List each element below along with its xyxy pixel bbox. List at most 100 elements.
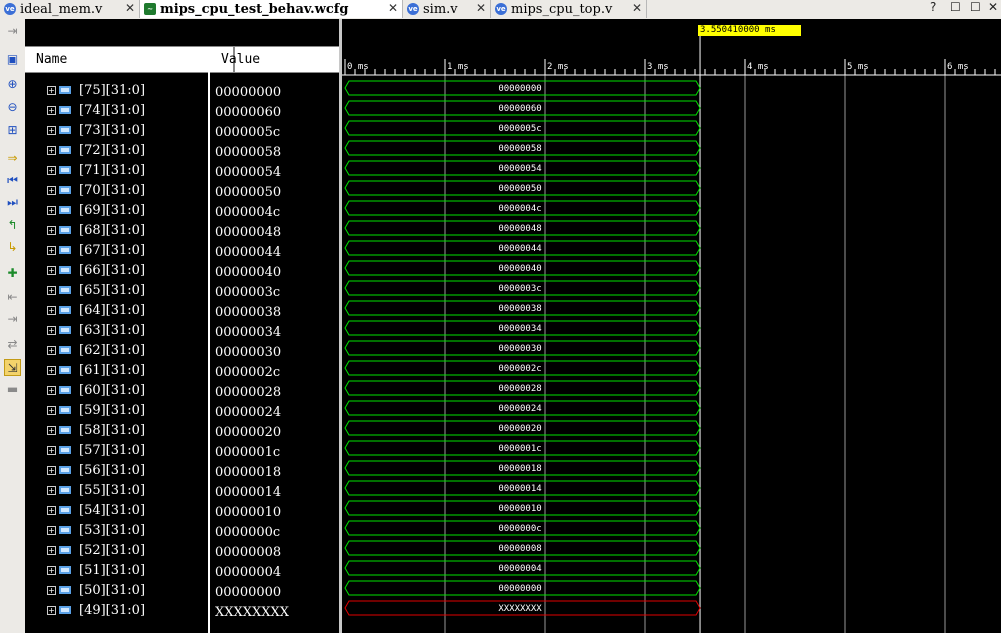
- next-marker-icon[interactable]: ⇥: [4, 311, 21, 328]
- signal-value: 0000005c: [215, 125, 281, 140]
- snap-to-transition-icon[interactable]: ⇲: [4, 359, 21, 376]
- signal-row[interactable]: + [63][31:0] 00000034: [25, 321, 339, 341]
- signal-row[interactable]: + [56][31:0] 00000018: [25, 461, 339, 481]
- waveform-value-label: 0000003c: [498, 284, 541, 294]
- expand-toggle-icon[interactable]: +: [47, 366, 56, 375]
- previous-marker-icon[interactable]: ⇤: [4, 289, 21, 306]
- expand-toggle-icon[interactable]: +: [47, 566, 56, 575]
- tab-sim[interactable]: ve sim.v ✕: [403, 0, 491, 18]
- signal-row[interactable]: + [64][31:0] 00000038: [25, 301, 339, 321]
- add-marker-icon[interactable]: ✚: [4, 265, 21, 282]
- maximize-icon[interactable]: ☐: [970, 0, 981, 14]
- tab-label: mips_cpu_test_behav.wcfg: [160, 1, 349, 17]
- signal-row[interactable]: + [73][31:0] 0000005c: [25, 121, 339, 141]
- expand-toggle-icon[interactable]: +: [47, 386, 56, 395]
- zoom-in-icon[interactable]: ⊕: [4, 76, 21, 93]
- expand-toggle-icon[interactable]: +: [47, 206, 56, 215]
- signal-row[interactable]: + [69][31:0] 0000004c: [25, 201, 339, 221]
- expand-toggle-icon[interactable]: +: [47, 86, 56, 95]
- signal-row[interactable]: + [75][31:0] 00000000: [25, 81, 339, 101]
- signal-row[interactable]: + [58][31:0] 00000020: [25, 421, 339, 441]
- signal-row[interactable]: + [52][31:0] 00000008: [25, 541, 339, 561]
- signal-row[interactable]: + [62][31:0] 00000030: [25, 341, 339, 361]
- signal-name: [63][31:0]: [79, 323, 146, 338]
- signal-name: [50][31:0]: [79, 583, 146, 598]
- go-to-cursor-icon[interactable]: ⇒: [4, 150, 21, 167]
- signal-name: [71][31:0]: [79, 163, 146, 178]
- previous-transition-icon[interactable]: ↰: [4, 217, 21, 234]
- expand-toggle-icon[interactable]: +: [47, 526, 56, 535]
- expand-toggle-icon[interactable]: +: [47, 346, 56, 355]
- signal-row[interactable]: + [68][31:0] 00000048: [25, 221, 339, 241]
- signal-row[interactable]: + [67][31:0] 00000044: [25, 241, 339, 261]
- signal-row[interactable]: + [54][31:0] 00000010: [25, 501, 339, 521]
- go-to-time-0-icon[interactable]: ⏮: [4, 172, 21, 189]
- signal-row[interactable]: + [55][31:0] 00000014: [25, 481, 339, 501]
- expand-toggle-icon[interactable]: +: [47, 146, 56, 155]
- expand-toggle-icon[interactable]: +: [47, 126, 56, 135]
- bus-signal-icon: [59, 86, 71, 94]
- swap-cursors-icon[interactable]: ⇄: [4, 336, 21, 353]
- expand-toggle-icon[interactable]: +: [47, 466, 56, 475]
- expand-toggle-icon[interactable]: +: [47, 266, 56, 275]
- name-column-header[interactable]: Name: [36, 52, 67, 67]
- signal-row[interactable]: + [61][31:0] 0000002c: [25, 361, 339, 381]
- expand-toggle-icon[interactable]: +: [47, 426, 56, 435]
- save-icon[interactable]: ▣: [4, 51, 21, 68]
- expand-icon[interactable]: ▬: [4, 381, 21, 398]
- waveform-panel[interactable]: 0 ms 1 ms 2 ms 3 ms 4 ms 5 ms 6 ms 00000000 0000…: [342, 19, 1001, 633]
- signal-name: [58][31:0]: [79, 423, 146, 438]
- signal-row[interactable]: + [71][31:0] 00000054: [25, 161, 339, 181]
- signal-row[interactable]: + [66][31:0] 00000040: [25, 261, 339, 281]
- signal-row[interactable]: + [65][31:0] 0000003c: [25, 281, 339, 301]
- expand-toggle-icon[interactable]: +: [47, 446, 56, 455]
- close-window-icon[interactable]: ✕: [988, 0, 998, 14]
- waveform-value-label: 00000014: [498, 484, 541, 494]
- float-ruler-icon[interactable]: ⇥: [4, 23, 21, 40]
- tab-mips-cpu-test-behav[interactable]: ~ mips_cpu_test_behav.wcfg ✕: [140, 0, 403, 18]
- expand-toggle-icon[interactable]: +: [47, 546, 56, 555]
- go-to-last-time-icon[interactable]: ⏭: [4, 194, 21, 211]
- signal-row[interactable]: + [59][31:0] 00000024: [25, 401, 339, 421]
- close-icon[interactable]: ✕: [125, 1, 135, 15]
- signal-row[interactable]: + [72][31:0] 00000058: [25, 141, 339, 161]
- zoom-fit-icon[interactable]: ⊞: [4, 122, 21, 139]
- signal-row[interactable]: + [50][31:0] 00000000: [25, 581, 339, 601]
- verilog-file-icon: ve: [495, 3, 507, 15]
- expand-toggle-icon[interactable]: +: [47, 586, 56, 595]
- next-transition-icon[interactable]: ↳: [4, 239, 21, 256]
- expand-toggle-icon[interactable]: +: [47, 306, 56, 315]
- expand-toggle-icon[interactable]: +: [47, 226, 56, 235]
- close-icon[interactable]: ✕: [476, 1, 486, 15]
- expand-toggle-icon[interactable]: +: [47, 246, 56, 255]
- tab-mips-cpu-top[interactable]: ve mips_cpu_top.v ✕: [491, 0, 647, 18]
- signal-row[interactable]: + [57][31:0] 0000001c: [25, 441, 339, 461]
- bus-signal-icon: [59, 366, 71, 374]
- expand-toggle-icon[interactable]: +: [47, 326, 56, 335]
- value-column-header[interactable]: Value: [221, 52, 260, 67]
- signal-row[interactable]: + [70][31:0] 00000050: [25, 181, 339, 201]
- bus-signal-icon: [59, 166, 71, 174]
- expand-toggle-icon[interactable]: +: [47, 606, 56, 615]
- expand-toggle-icon[interactable]: +: [47, 166, 56, 175]
- signal-row[interactable]: + [51][31:0] 00000004: [25, 561, 339, 581]
- help-icon[interactable]: ?: [930, 0, 936, 14]
- expand-toggle-icon[interactable]: +: [47, 486, 56, 495]
- close-icon[interactable]: ✕: [388, 1, 398, 15]
- waveform-canvas[interactable]: 0 ms 1 ms 2 ms 3 ms 4 ms 5 ms 6 ms 00000000 0000…: [342, 19, 1001, 633]
- expand-toggle-icon[interactable]: +: [47, 286, 56, 295]
- restore-icon[interactable]: ☐: [950, 0, 961, 14]
- signal-row[interactable]: + [60][31:0] 00000028: [25, 381, 339, 401]
- tab-ideal-mem[interactable]: ve ideal_mem.v ✕: [0, 0, 140, 18]
- expand-toggle-icon[interactable]: +: [47, 186, 56, 195]
- signal-row[interactable]: + [74][31:0] 00000060: [25, 101, 339, 121]
- signal-row[interactable]: + [53][31:0] 0000000c: [25, 521, 339, 541]
- expand-toggle-icon[interactable]: +: [47, 406, 56, 415]
- signal-row[interactable]: + [49][31:0] XXXXXXXX: [25, 601, 339, 621]
- close-icon[interactable]: ✕: [632, 1, 642, 15]
- zoom-out-icon[interactable]: ⊖: [4, 99, 21, 116]
- expand-toggle-icon[interactable]: +: [47, 506, 56, 515]
- bus-signal-icon: [59, 486, 71, 494]
- expand-toggle-icon[interactable]: +: [47, 106, 56, 115]
- waveform-value-label: 00000008: [498, 544, 541, 554]
